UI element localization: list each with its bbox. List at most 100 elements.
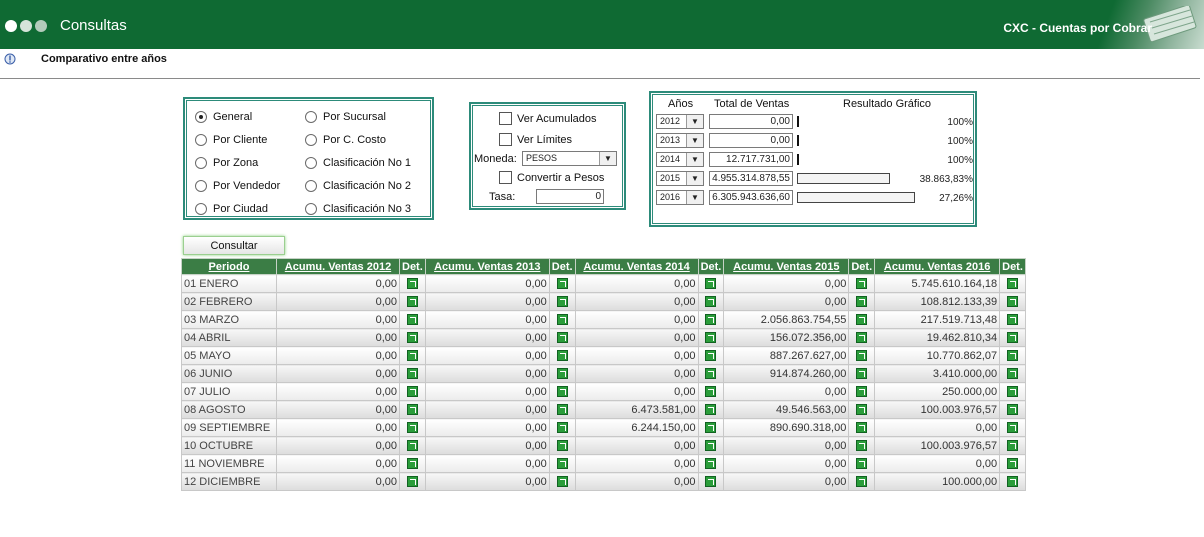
periodo-cell: 12 DICIEMBRE [181,472,277,491]
detail-arrow-icon[interactable] [556,476,568,488]
detail-arrow-icon[interactable] [556,296,568,308]
periodo-cell: 07 JULIO [181,382,277,401]
radio-clasificacion-2[interactable]: Clasificación No 2 [305,180,411,192]
detail-cell [999,436,1026,455]
detail-arrow-icon[interactable] [856,404,868,416]
detail-arrow-icon[interactable] [705,350,717,362]
detail-arrow-icon[interactable] [856,314,868,326]
col-header-2014[interactable]: Acumu. Ventas 2014 [574,258,699,275]
checkbox-ver-limites[interactable]: Ver Límites [499,133,572,146]
col-header-2013[interactable]: Acumu. Ventas 2013 [424,258,550,275]
col-header-2015[interactable]: Acumu. Ventas 2015 [723,258,850,275]
detail-arrow-icon[interactable] [856,422,868,434]
detail-arrow-icon[interactable] [705,368,717,380]
ventas-2015-cell: 0,00 [723,292,850,311]
detail-arrow-icon[interactable] [406,368,418,380]
detail-arrow-icon[interactable] [556,350,568,362]
detail-arrow-icon[interactable] [406,314,418,326]
detail-cell [697,346,725,365]
detail-arrow-icon[interactable] [705,458,717,470]
radio-general[interactable]: General [195,111,252,123]
tasa-input[interactable]: 0 [536,189,604,204]
detail-arrow-icon[interactable] [1007,404,1019,416]
detail-arrow-icon[interactable] [856,278,868,290]
detail-arrow-icon[interactable] [406,350,418,362]
radio-por-vendedor[interactable]: Por Vendedor [195,180,280,192]
detail-arrow-icon[interactable] [1007,458,1019,470]
col-header-periodo[interactable]: Periodo [181,258,277,275]
detail-arrow-icon[interactable] [1007,332,1019,344]
detail-arrow-icon[interactable] [406,404,418,416]
detail-arrow-icon[interactable] [705,332,717,344]
radio-clasificacion-1[interactable]: Clasificación No 1 [305,157,411,169]
detail-arrow-icon[interactable] [705,314,717,326]
detail-arrow-icon[interactable] [556,440,568,452]
detail-arrow-icon[interactable] [705,386,717,398]
detail-cell [999,454,1026,473]
detail-cell [399,418,426,437]
detail-arrow-icon[interactable] [705,440,717,452]
detail-arrow-icon[interactable] [406,332,418,344]
detail-arrow-icon[interactable] [1007,350,1019,362]
detail-arrow-icon[interactable] [1007,386,1019,398]
detail-arrow-icon[interactable] [856,350,868,362]
year-select-2015[interactable]: 2015 ▼ [656,171,704,186]
detail-arrow-icon[interactable] [556,386,568,398]
col-header-2012[interactable]: Acumu. Ventas 2012 [276,258,400,275]
detail-arrow-icon[interactable] [705,422,717,434]
detail-arrow-icon[interactable] [406,296,418,308]
radio-por-c-costo[interactable]: Por C. Costo [305,134,386,146]
total-2013: 0,00 [709,133,793,148]
detail-arrow-icon[interactable] [556,458,568,470]
detail-arrow-icon[interactable] [406,440,418,452]
detail-arrow-icon[interactable] [556,278,568,290]
detail-arrow-icon[interactable] [705,278,717,290]
detail-arrow-icon[interactable] [406,458,418,470]
col-header-det: Det. [548,258,576,275]
detail-arrow-icon[interactable] [406,476,418,488]
year-select-2014[interactable]: 2014 ▼ [656,152,704,167]
detail-arrow-icon[interactable] [406,386,418,398]
detail-cell [848,328,876,347]
detail-arrow-icon[interactable] [556,314,568,326]
detail-arrow-icon[interactable] [856,332,868,344]
detail-arrow-icon[interactable] [556,404,568,416]
detail-arrow-icon[interactable] [406,278,418,290]
detail-arrow-icon[interactable] [1007,440,1019,452]
consultar-button[interactable]: Consultar [183,236,285,255]
detail-arrow-icon[interactable] [1007,368,1019,380]
detail-arrow-icon[interactable] [856,440,868,452]
radio-por-cliente[interactable]: Por Cliente [195,134,267,146]
detail-arrow-icon[interactable] [1007,278,1019,290]
detail-arrow-icon[interactable] [856,368,868,380]
year-select-2012[interactable]: 2012 ▼ [656,114,704,129]
detail-arrow-icon[interactable] [705,404,717,416]
detail-arrow-icon[interactable] [705,476,717,488]
radio-clasificacion-3[interactable]: Clasificación No 3 [305,203,411,215]
detail-arrow-icon[interactable] [556,422,568,434]
checkbox-ver-acumulados[interactable]: Ver Acumulados [499,112,597,125]
detail-arrow-icon[interactable] [1007,296,1019,308]
detail-arrow-icon[interactable] [556,332,568,344]
detail-arrow-icon[interactable] [856,386,868,398]
detail-arrow-icon[interactable] [1007,422,1019,434]
radio-por-sucursal[interactable]: Por Sucursal [305,111,386,123]
detail-arrow-icon[interactable] [1007,476,1019,488]
periodo-cell: 02 FEBRERO [181,292,277,311]
detail-arrow-icon[interactable] [406,422,418,434]
year-select-2016[interactable]: 2016 ▼ [656,190,704,205]
year-select-2013[interactable]: 2013 ▼ [656,133,704,148]
checkbox-convertir-pesos[interactable]: Convertir a Pesos [499,171,604,184]
radio-por-zona[interactable]: Por Zona [195,157,258,169]
detail-cell [999,364,1026,383]
radio-por-ciudad[interactable]: Por Ciudad [195,203,268,215]
detail-arrow-icon[interactable] [1007,314,1019,326]
col-header-2016[interactable]: Acumu. Ventas 2016 [874,258,1001,275]
detail-arrow-icon[interactable] [856,476,868,488]
moneda-select[interactable]: PESOS ▼ [522,151,617,166]
detail-arrow-icon[interactable] [705,296,717,308]
detail-cell [697,400,725,419]
detail-arrow-icon[interactable] [856,458,868,470]
detail-arrow-icon[interactable] [856,296,868,308]
detail-arrow-icon[interactable] [556,368,568,380]
